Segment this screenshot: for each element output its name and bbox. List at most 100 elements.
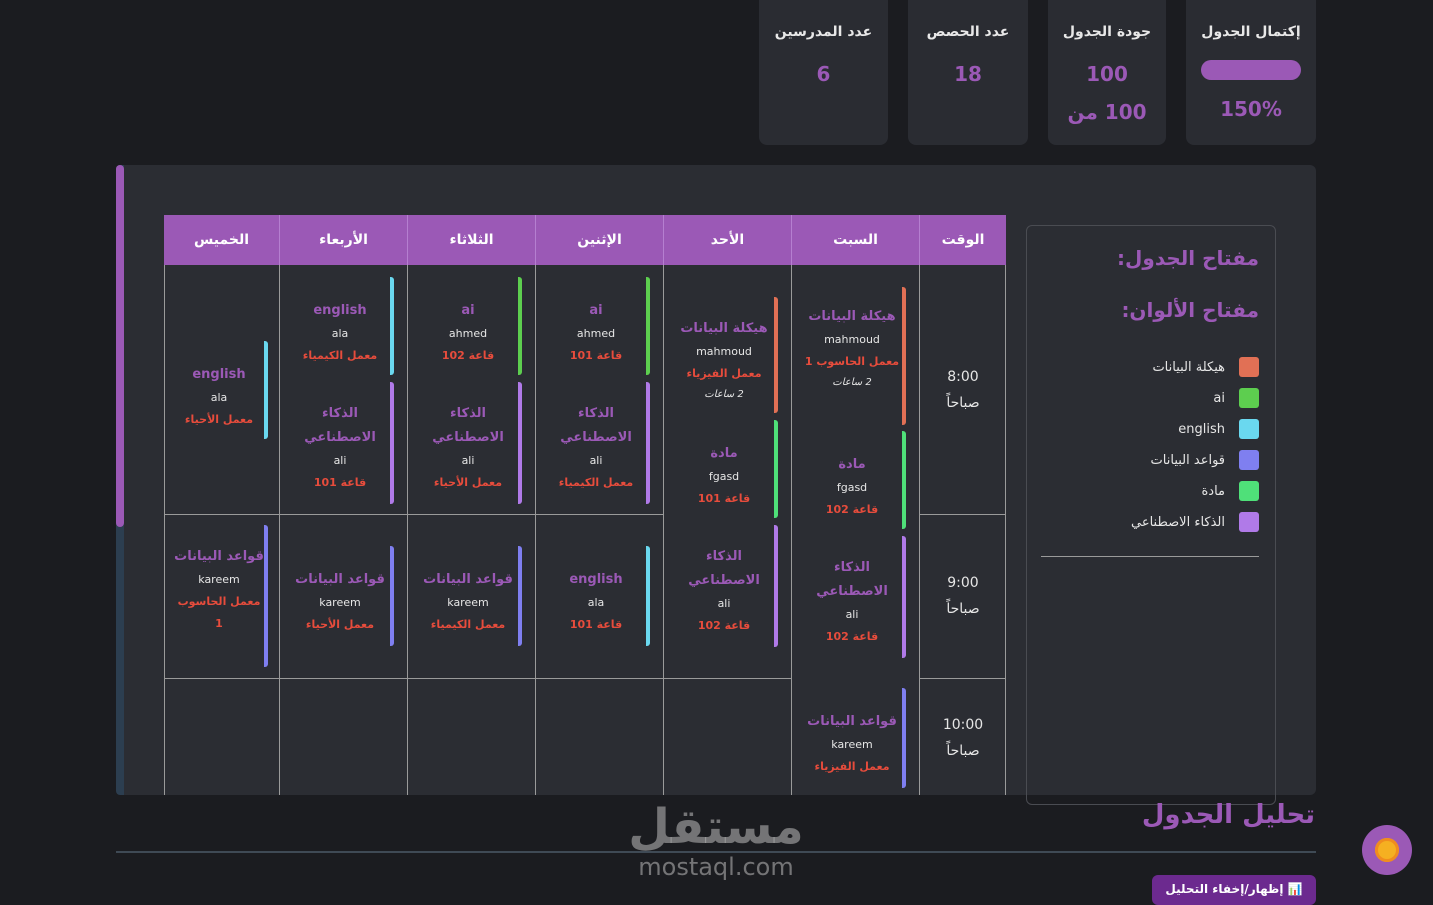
stat-title: إكتمال الجدول (1201, 24, 1301, 40)
stat-subvalue: 100 من (1067, 100, 1147, 124)
color-swatch (1239, 357, 1259, 377)
class-entry[interactable]: قواعد البيانات kareem معمل الكيمياء (418, 546, 522, 646)
class-entry[interactable]: english ala قاعة 101 (546, 546, 650, 646)
subject-label: english (569, 572, 623, 587)
teacher-label: kareem (831, 738, 873, 751)
grid-line (164, 265, 165, 795)
room-label: معمل الأحياء (305, 618, 375, 631)
stat-title: عدد المدرسين (774, 24, 873, 40)
color-swatch (1239, 419, 1259, 439)
teacher-label: ali (717, 597, 731, 610)
subject-label: ai (461, 303, 475, 318)
class-entry[interactable]: ai ahmed قاعة 102 (418, 277, 522, 375)
class-entry[interactable]: مادة fgasd قاعة 102 (802, 431, 906, 529)
room-label: معمل الفيزياء (814, 760, 890, 773)
floating-action-button[interactable] (1362, 825, 1412, 875)
class-entry[interactable]: الذكاء الاصطناعي ali معمل الكيمياء (546, 382, 650, 504)
grid-line (164, 678, 792, 679)
class-entry[interactable]: الذكاء الاصطناعي ali قاعة 102 (802, 536, 906, 658)
scrollbar-thumb[interactable] (116, 165, 124, 527)
class-entry[interactable]: قواعد البيانات kareem معمل الحاسوب 1 (174, 525, 268, 667)
legend-item: الذكاء الاصطناعي (1131, 512, 1259, 532)
grid-line (164, 514, 664, 515)
header-tue: الثلاثاء (408, 215, 536, 265)
stat-card-completion: إكتمال الجدول 150% (1186, 0, 1316, 145)
header-thu: الخميس (164, 215, 280, 265)
teacher-label: ali (333, 454, 347, 467)
time-label: 8:00 (947, 369, 979, 385)
class-entry[interactable]: english ala معمل الأحياء (174, 341, 268, 439)
header-time: الوقت (920, 215, 1006, 265)
room-label: قاعة 102 (825, 503, 879, 516)
class-entry[interactable]: هيكلة البيانات mahmoud معمل الفيزياء 2 س… (674, 297, 778, 413)
subject-label: الذكاء الاصطناعي (560, 406, 632, 445)
legend-item: مادة (1201, 481, 1259, 501)
legend-item: ai (1213, 388, 1259, 408)
room-label: قاعة 102 (441, 349, 495, 362)
time-label: 9:00 (947, 575, 979, 591)
grid-line (919, 678, 1005, 679)
time-cell: 9:00 صباحاً (920, 570, 1006, 622)
class-entry[interactable]: هيكلة البيانات mahmoud معمل الحاسوب 1 2 … (802, 287, 906, 425)
class-entry[interactable]: ai ahmed قاعة 101 (546, 277, 650, 375)
room-label: قاعة 101 (313, 476, 367, 489)
color-swatch (1239, 388, 1259, 408)
teacher-label: ala (331, 327, 349, 340)
legend-item: هيكلة البيانات (1152, 357, 1259, 377)
time-period: صباحاً (946, 395, 980, 411)
room-label: معمل الحاسوب 1 (177, 595, 261, 630)
teacher-label: mahmoud (824, 333, 880, 346)
class-entry[interactable]: قواعد البيانات kareem معمل الفيزياء (802, 688, 906, 788)
class-entry[interactable]: english ala معمل الكيمياء (290, 277, 394, 375)
teacher-label: kareem (198, 573, 240, 586)
subject-label: الذكاء الاصطناعي (816, 560, 888, 599)
subject-label: هيكلة البيانات (808, 309, 896, 324)
room-label: معمل الكيمياء (302, 349, 378, 362)
time-cell: 8:00 صباحاً (920, 364, 1006, 416)
legend-label: english (1178, 421, 1225, 437)
header-sun: الأحد (664, 215, 792, 265)
time-period: صباحاً (946, 601, 980, 617)
analysis-divider (116, 851, 1316, 853)
class-entry[interactable]: مادة fgasd قاعة 101 (674, 420, 778, 518)
toggle-analysis-button[interactable]: 📊 إظهار/إخفاء التحليل (1152, 875, 1316, 905)
class-entry[interactable]: قواعد البيانات kareem معمل الأحياء (290, 546, 394, 646)
room-label: قاعة 102 (697, 619, 751, 632)
teacher-label: fgasd (836, 481, 868, 494)
room-label: معمل الأحياء (184, 413, 254, 426)
teacher-label: ala (587, 596, 605, 609)
legend-panel: مفتاح الجدول: مفتاح الألوان: هيكلة البيا… (1026, 225, 1276, 805)
stat-value: 6 (816, 62, 831, 86)
legend-label: قواعد البيانات (1150, 452, 1225, 468)
room-label: معمل الحاسوب 1 (804, 355, 900, 368)
time-cell: 10:00 صباحاً (920, 712, 1006, 764)
grid-line (407, 265, 408, 795)
class-entry[interactable]: الذكاء الاصطناعي ali معمل الأحياء (418, 382, 522, 504)
color-swatch (1239, 512, 1259, 532)
stat-value: 100 (1086, 62, 1128, 86)
legend-item: قواعد البيانات (1151, 450, 1259, 470)
header-sat: السبت (792, 215, 920, 265)
legend-label: هيكلة البيانات (1152, 359, 1225, 375)
analysis-title: تحليل الجدول (1141, 800, 1315, 830)
watermark: مستقل mostaql.com (628, 800, 804, 880)
header-mon: الإثنين (536, 215, 664, 265)
class-entry[interactable]: الذكاء الاصطناعي ali قاعة 101 (290, 382, 394, 504)
subject-label: ai (589, 303, 603, 318)
subject-label: مادة (710, 446, 738, 461)
room-label: قاعة 101 (569, 349, 623, 362)
class-entry[interactable]: الذكاء الاصطناعي ali قاعة 102 (674, 525, 778, 647)
legend-label: ai (1213, 390, 1225, 406)
stat-title: عدد الحصص (926, 24, 1010, 40)
legend-title: مفتاح الجدول: (1117, 246, 1259, 270)
room-label: قاعة 101 (697, 492, 751, 505)
color-swatch (1239, 481, 1259, 501)
subject-label: الذكاء الاصطناعي (304, 406, 376, 445)
subject-label: هيكلة البيانات (680, 321, 768, 336)
watermark-arabic: مستقل (628, 799, 804, 855)
time-period: صباحاً (946, 743, 980, 759)
teacher-label: ala (210, 391, 228, 404)
watermark-url: mostaql.com (638, 853, 794, 881)
room-label: معمل الفيزياء (686, 367, 762, 380)
grid-line (919, 514, 1005, 515)
